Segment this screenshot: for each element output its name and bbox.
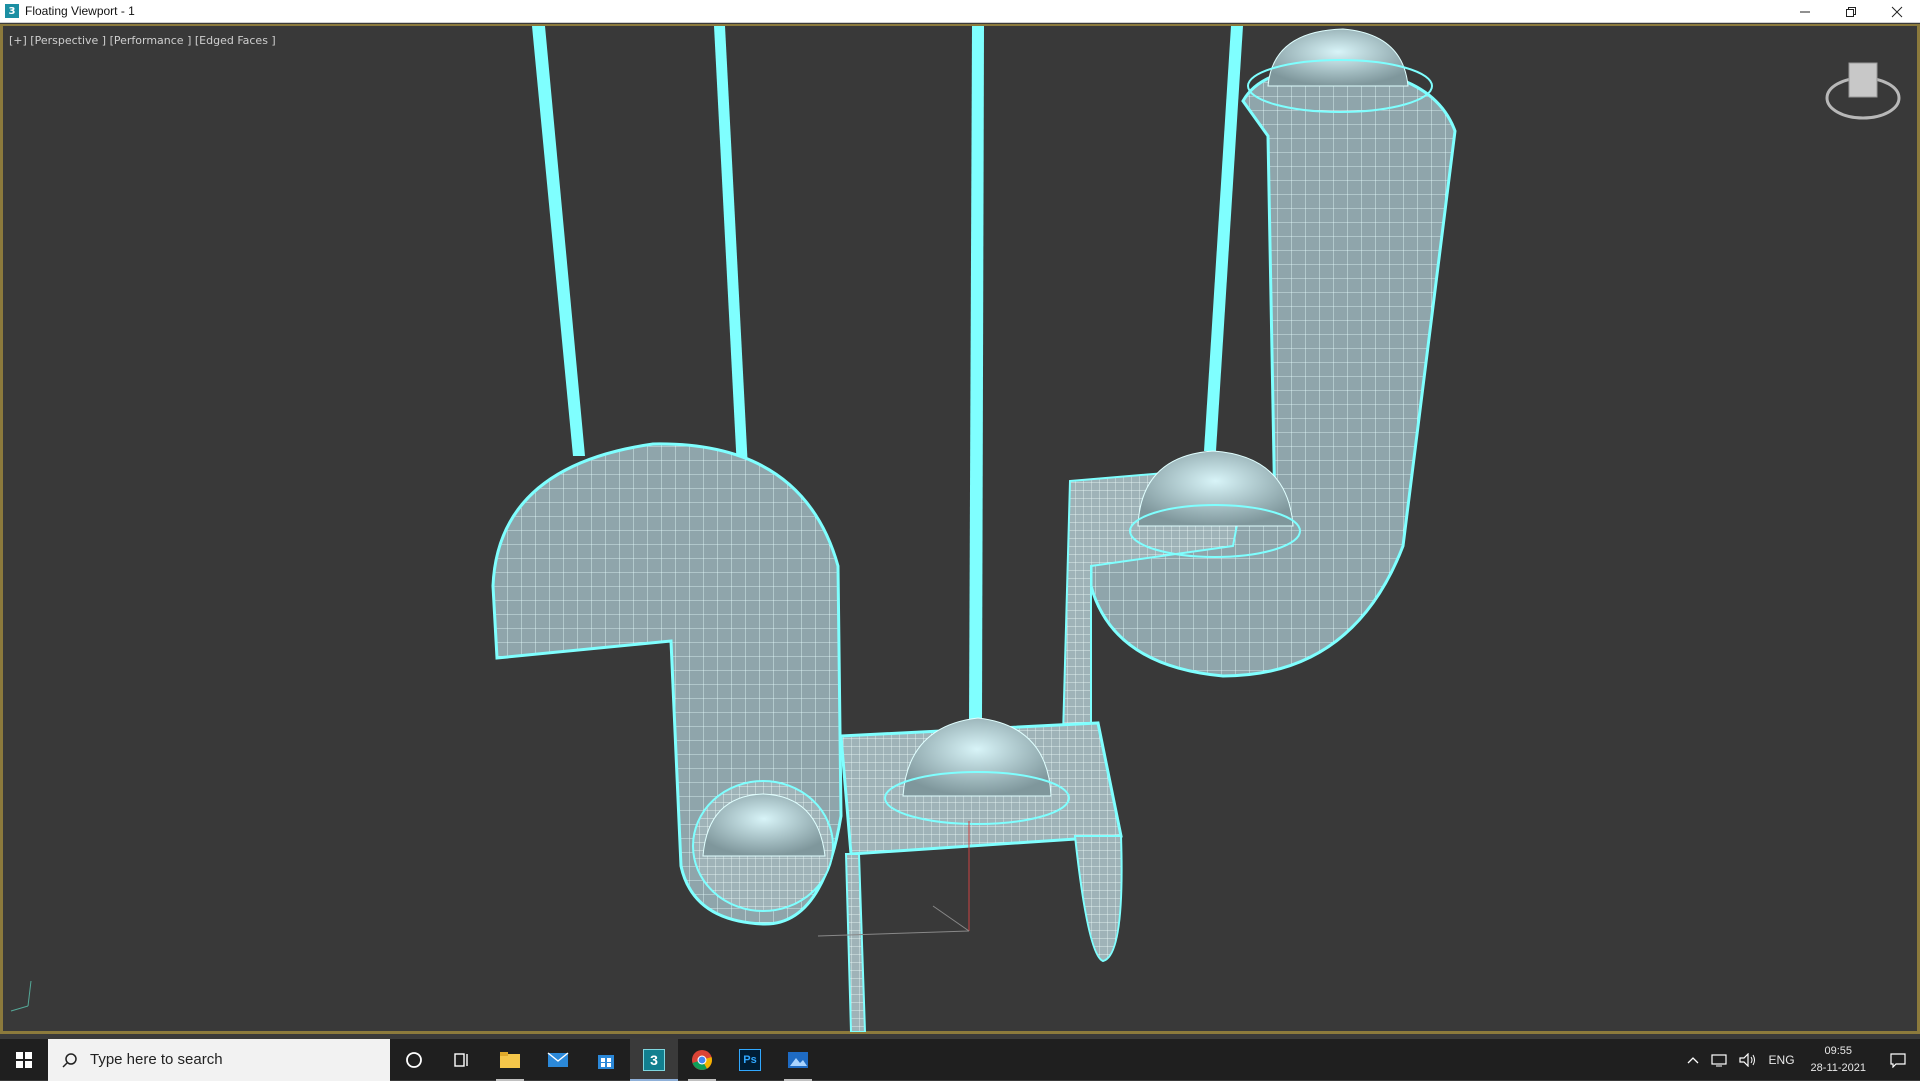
speaker-icon	[1738, 1053, 1755, 1067]
clock-time: 09:55	[1824, 1045, 1853, 1057]
rod-1	[532, 26, 585, 456]
rods	[532, 26, 1243, 816]
volume-button[interactable]	[1733, 1039, 1763, 1081]
viewport-label[interactable]: [+] [Perspective ] [Performance ] [Edged…	[9, 34, 276, 47]
taskbar-app-photos[interactable]	[774, 1039, 822, 1081]
taskbar-app-3dsmax[interactable]: 3	[630, 1038, 678, 1081]
cortana-button[interactable]	[390, 1039, 438, 1081]
search-placeholder: Type here to search	[90, 1051, 223, 1068]
minimize-icon	[1800, 11, 1810, 12]
mail-icon	[547, 1051, 569, 1067]
network-button[interactable]	[1705, 1039, 1733, 1081]
clock-date: 28-11-2021	[1810, 1062, 1866, 1074]
show-hidden-icons-button[interactable]	[1681, 1039, 1705, 1081]
search-icon	[62, 1052, 77, 1068]
taskbar-app-photoshop[interactable]: Ps	[726, 1039, 774, 1081]
chrome-icon	[692, 1049, 712, 1070]
start-button[interactable]	[0, 1039, 48, 1081]
system-tray: ENG 09:55 28-11-2021	[1681, 1039, 1920, 1081]
world-axis-icon	[10, 980, 32, 1012]
3dsmax-icon: 3	[643, 1048, 665, 1071]
center-plate	[839, 717, 1123, 1032]
task-view-button[interactable]	[438, 1039, 486, 1081]
3dsmax-app-icon: 3	[5, 4, 19, 18]
photos-icon	[788, 1051, 808, 1068]
viewcube[interactable]	[1825, 62, 1901, 120]
minimize-button[interactable]	[1782, 0, 1828, 23]
taskbar-app-store[interactable]	[582, 1039, 630, 1081]
windows-icon	[16, 1051, 32, 1068]
close-button[interactable]	[1874, 0, 1920, 23]
clock[interactable]: 09:55 28-11-2021	[1801, 1043, 1876, 1077]
right-hook	[1061, 28, 1457, 737]
photoshop-icon: Ps	[739, 1048, 761, 1071]
restore-button[interactable]	[1828, 0, 1874, 23]
viewport[interactable]: [+] [Perspective ] [Performance ] [Edged…	[0, 24, 1920, 1034]
restore-icon	[1846, 6, 1856, 17]
folder-icon	[500, 1051, 520, 1068]
rod-4	[1204, 26, 1243, 451]
window-title: Floating Viewport - 1	[25, 4, 135, 18]
notification-icon	[1890, 1053, 1906, 1068]
task-view-icon	[454, 1052, 468, 1067]
search-box[interactable]: Type here to search	[48, 1038, 390, 1081]
network-icon	[1710, 1054, 1727, 1067]
taskbar-app-chrome[interactable]	[678, 1039, 726, 1081]
rod-3	[969, 26, 984, 721]
circle-icon	[406, 1051, 422, 1068]
left-hook	[491, 442, 843, 926]
taskbar-app-mail[interactable]	[534, 1039, 582, 1081]
store-icon	[598, 1054, 614, 1069]
title-bar: 3 Floating Viewport - 1	[0, 0, 1920, 23]
action-center-button[interactable]	[1876, 1039, 1920, 1081]
window-controls	[1782, 0, 1920, 23]
chevron-up-icon	[1687, 1057, 1698, 1064]
taskbar-app-file-explorer[interactable]	[486, 1039, 534, 1081]
viewport-scene	[10, 26, 1901, 1032]
taskbar: Type here to search 3 Ps ENG 09:55 28-11…	[0, 1038, 1920, 1081]
language-indicator[interactable]: ENG	[1763, 1039, 1801, 1081]
close-icon	[1891, 6, 1903, 17]
